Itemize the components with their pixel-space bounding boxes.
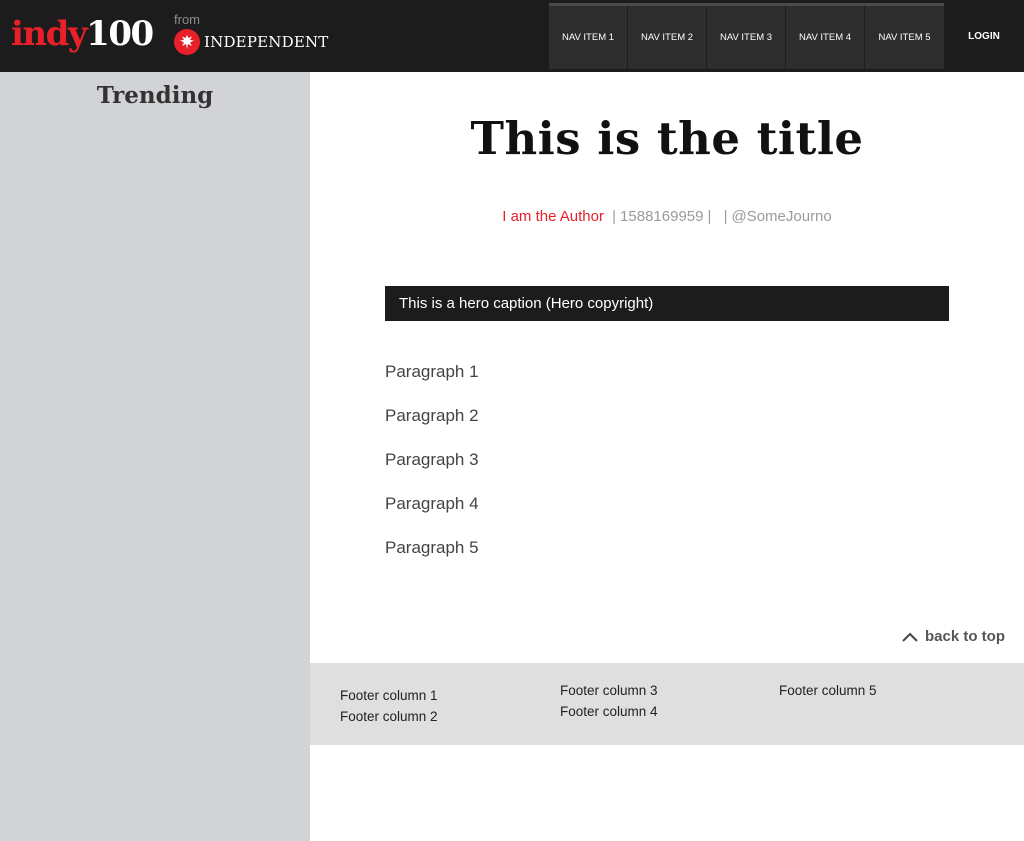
nav-item-1[interactable]: NAV ITEM 1	[549, 6, 628, 69]
footer-link-1[interactable]: Footer column 1	[340, 685, 438, 706]
paragraph: Paragraph 5	[385, 538, 479, 557]
footer-column-group-3: Footer column 5	[779, 680, 877, 701]
footer-link-2[interactable]: Footer column 2	[340, 706, 438, 727]
login-button[interactable]: LOGIN	[944, 0, 1024, 72]
byline: I am the Author | 1588169959 | | @SomeJourn…	[310, 208, 1024, 225]
independent-logo[interactable]: INDEPENDENT	[174, 29, 329, 55]
footer-link-3[interactable]: Footer column 3	[560, 680, 658, 701]
sidebar-title: Trending	[96, 82, 214, 109]
byline-separator: |	[707, 208, 712, 225]
indy100-logo[interactable]: indy100	[11, 14, 154, 54]
site-footer: Footer column 1 Footer column 2 Footer c…	[310, 663, 1024, 745]
footer-column-group-1: Footer column 1 Footer column 2	[340, 685, 438, 727]
publish-timestamp: 1588169959	[620, 208, 704, 225]
paragraph: Paragraph 2	[385, 406, 479, 425]
byline-separator: |	[723, 208, 728, 225]
nav-item-3[interactable]: NAV ITEM 3	[707, 6, 786, 69]
article-title: This is the title	[470, 112, 864, 165]
back-to-top-label: back to top	[925, 628, 1006, 645]
nav-item-2[interactable]: NAV ITEM 2	[628, 6, 707, 69]
footer-link-5[interactable]: Footer column 5	[779, 680, 877, 701]
nav-item-5[interactable]: NAV ITEM 5	[865, 6, 944, 69]
from-label: from	[174, 12, 200, 27]
twitter-handle-link[interactable]: @SomeJourno	[731, 208, 831, 225]
site-header: indy100 from INDEPENDENT NAV ITEM 1 NAV …	[0, 0, 1024, 72]
trending-sidebar: Trending	[0, 72, 310, 841]
logo-100-text: 100	[86, 14, 154, 54]
logo-indy-text: indy	[11, 14, 88, 54]
article-body: Paragraph 1 Paragraph 2 Paragraph 3 Para…	[385, 361, 479, 581]
main-nav: NAV ITEM 1 NAV ITEM 2 NAV ITEM 3 NAV ITE…	[549, 3, 944, 69]
independent-wordmark: INDEPENDENT	[204, 33, 329, 51]
byline-separator: |	[612, 208, 617, 225]
footer-link-4[interactable]: Footer column 4	[560, 701, 658, 722]
hero-caption: This is a hero caption (Hero copyright)	[385, 286, 949, 321]
eagle-icon	[174, 29, 200, 55]
chevron-up-icon	[902, 632, 918, 642]
back-to-top-link[interactable]: back to top	[900, 628, 1005, 645]
footer-column-group-2: Footer column 3 Footer column 4	[560, 680, 658, 722]
nav-item-4[interactable]: NAV ITEM 4	[786, 6, 865, 69]
paragraph: Paragraph 1	[385, 362, 479, 381]
author-link[interactable]: I am the Author	[502, 208, 604, 225]
paragraph: Paragraph 4	[385, 494, 479, 513]
paragraph: Paragraph 3	[385, 450, 479, 469]
